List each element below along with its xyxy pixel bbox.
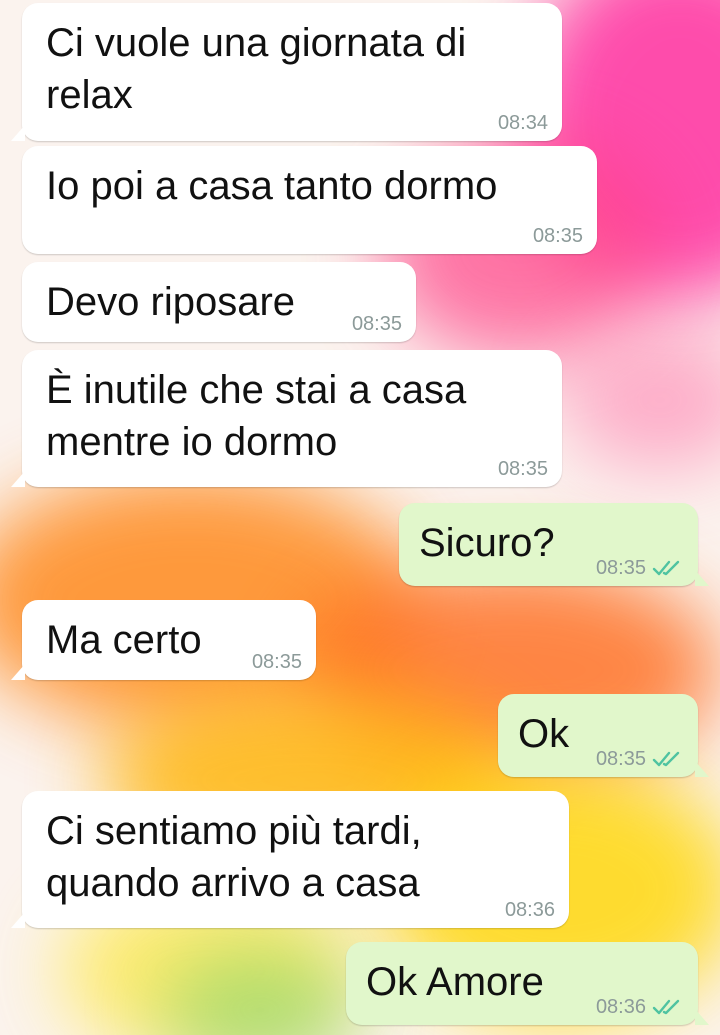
message-text: Devo riposare	[46, 280, 296, 324]
message-bubble[interactable]: Sicuro? 08:35	[399, 503, 709, 586]
message-time: 08:35	[251, 651, 302, 673]
message-bubble[interactable]: Ok Amore 08:36	[346, 942, 709, 1025]
message-time: 08:35	[595, 557, 646, 579]
double-check-icon	[652, 560, 680, 576]
bubble-tail	[695, 1009, 709, 1025]
message-text: Ci sentiamo più tardi, quando arrivo a c…	[46, 809, 422, 905]
message-bubble[interactable]: Ok 08:35	[498, 694, 709, 777]
message-time: 08:35	[497, 458, 548, 480]
double-check-icon	[652, 999, 680, 1015]
message-time: 08:34	[497, 112, 548, 134]
message-bubble[interactable]: Devo riposare 08:35	[22, 262, 416, 342]
message-text: Ci vuole una giornata di relax	[46, 21, 467, 117]
message-bubble[interactable]: Ci vuole una giornata di relax 08:34	[11, 3, 562, 141]
message-time: 08:36	[504, 899, 555, 921]
bubble-tail	[11, 912, 25, 928]
double-check-icon	[652, 751, 680, 767]
message-time: 08:35	[532, 225, 583, 247]
message-text: Ok	[518, 712, 570, 756]
message-bubble[interactable]: Ma certo 08:35	[11, 600, 316, 680]
message-bubble[interactable]: Io poi a casa tanto dormo 08:35	[22, 146, 597, 254]
bubble-tail	[695, 570, 709, 586]
conversation: Ci vuole una giornata di relax 08:34 Io …	[0, 0, 720, 1035]
message-text: Ma certo	[46, 618, 202, 662]
message-text: Ok Amore	[366, 960, 544, 1004]
message-time: 08:35	[595, 748, 646, 770]
message-bubble[interactable]: Ci sentiamo più tardi, quando arrivo a c…	[11, 791, 569, 928]
message-text: Sicuro?	[419, 521, 555, 565]
message-bubble[interactable]: È inutile che stai a casa mentre io dorm…	[11, 350, 562, 487]
message-time: 08:35	[351, 313, 402, 335]
message-text: Io poi a casa tanto dormo	[46, 164, 498, 208]
bubble-tail	[11, 664, 25, 680]
message-time: 08:36	[595, 996, 646, 1018]
bubble-tail	[11, 125, 25, 141]
bubble-tail	[11, 471, 25, 487]
bubble-tail	[695, 761, 709, 777]
message-text: È inutile che stai a casa mentre io dorm…	[46, 368, 467, 464]
